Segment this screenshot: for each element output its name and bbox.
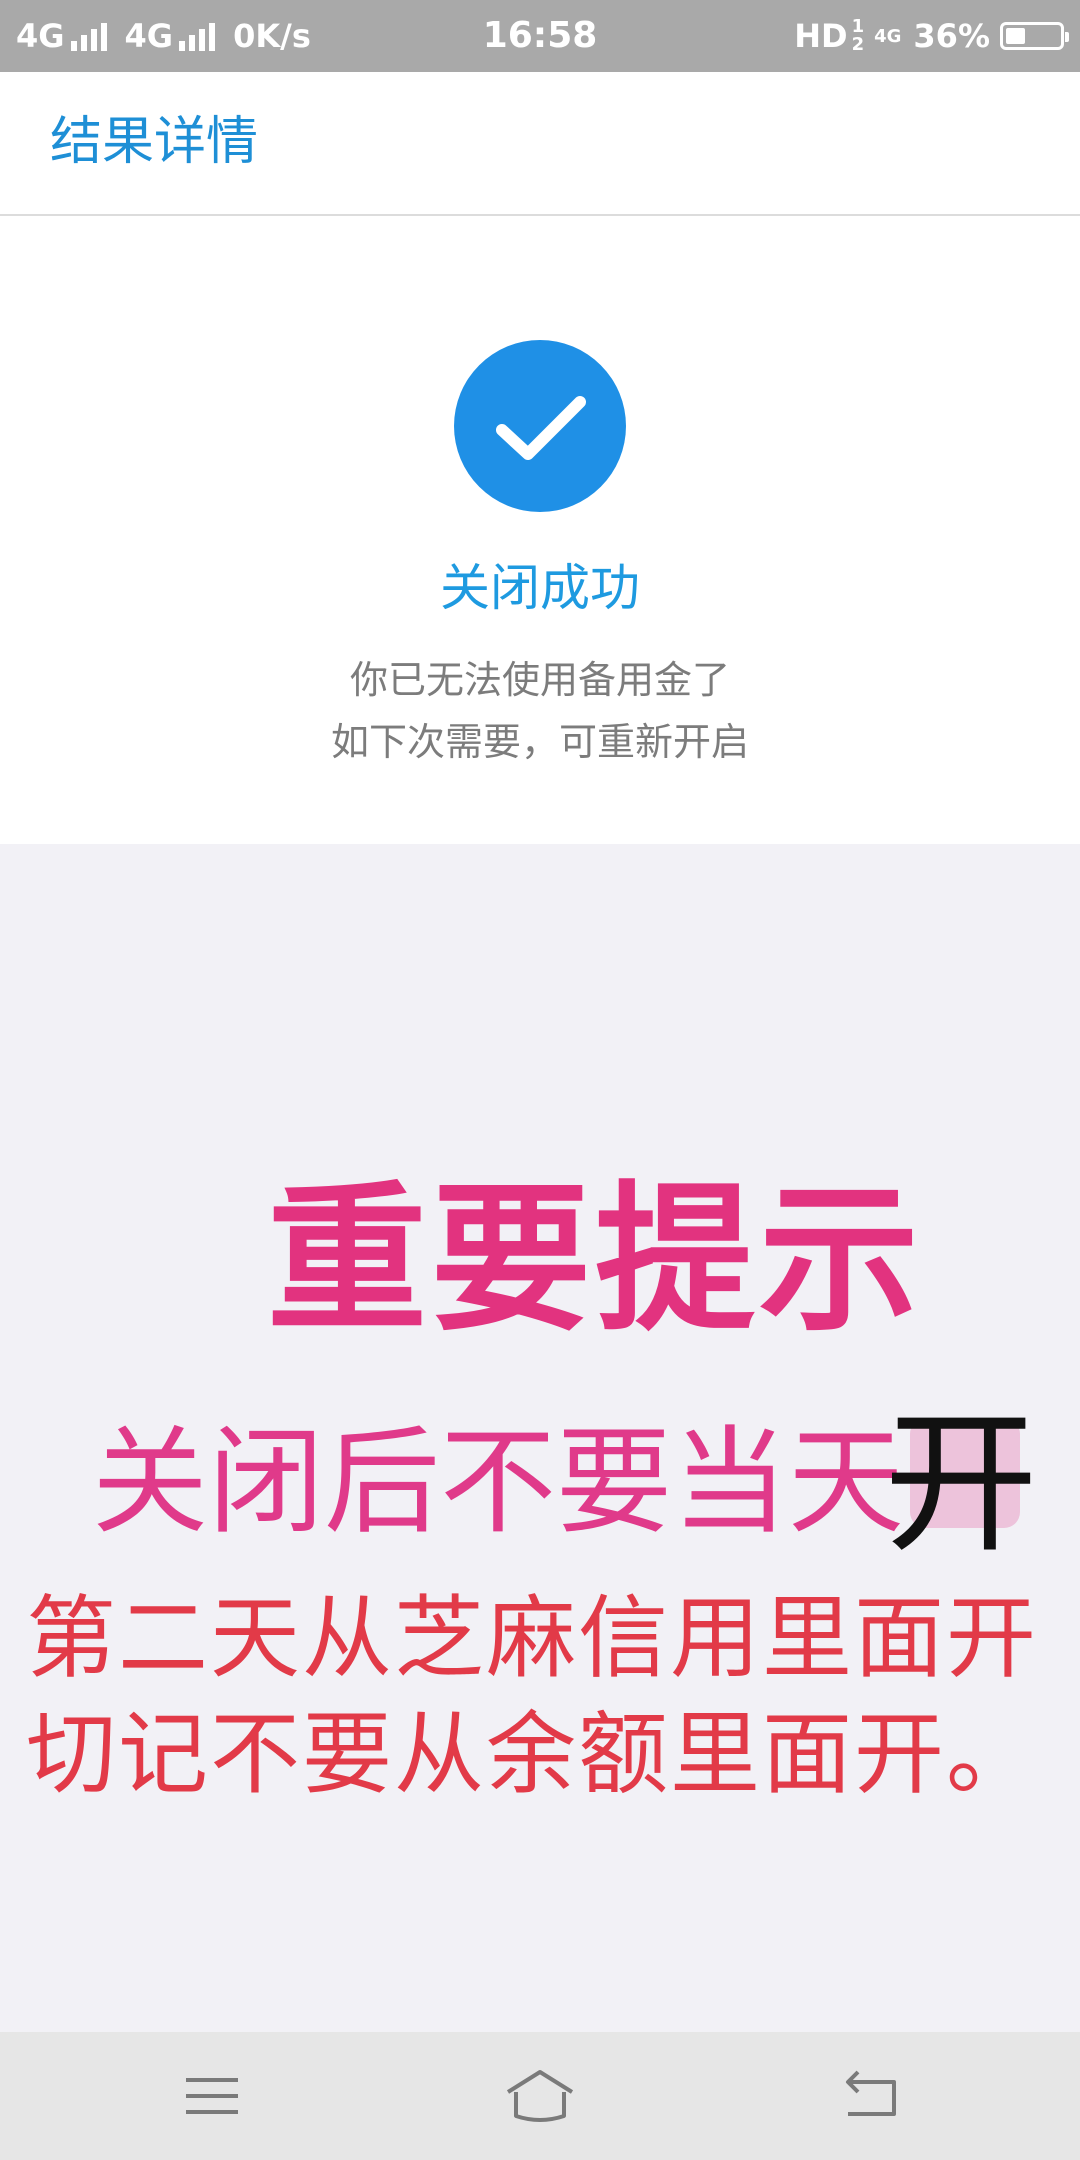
menu-button[interactable] — [172, 2062, 252, 2130]
result-title: 关闭成功 — [440, 559, 640, 617]
home-button[interactable] — [500, 2062, 580, 2130]
menu-icon — [186, 2078, 238, 2114]
checkmark-icon — [496, 396, 586, 460]
status-right: HD 1 2 4G 36% — [794, 14, 1069, 58]
home-icon — [506, 2070, 574, 2122]
notice-line-1: 关闭后不要当天 — [92, 1415, 904, 1550]
back-button[interactable] — [830, 2062, 910, 2130]
battery-level — [1006, 28, 1025, 44]
app-bar: 结果详情 — [0, 72, 1080, 216]
battery-percent: 36% — [913, 17, 990, 55]
hd-sim-indicator: 1 2 — [851, 16, 865, 55]
notice-title: 重要提示 — [266, 1166, 923, 1353]
battery-icon — [1000, 22, 1069, 50]
data-network-indicator: 4G — [874, 25, 902, 47]
navigation-bar — [0, 2032, 1080, 2160]
result-description-line-1: 你已无法使用备用金了 — [349, 658, 730, 702]
notice-line-3: 切记不要从余额里面开。 — [26, 1702, 1038, 1807]
status-bar: 4G 4G 0K/s 16:58 HD 1 2 4G 36% — [0, 0, 1080, 72]
result-description-line-2: 如下次需要，可重新开启 — [330, 720, 749, 764]
result-card: 关闭成功 你已无法使用备用金了 如下次需要，可重新开启 — [0, 216, 1080, 844]
notice-overlay-char: 开 — [884, 1395, 1039, 1574]
hd-voice-indicator: HD — [794, 17, 848, 55]
page-title: 结果详情 — [50, 112, 259, 172]
success-check-icon — [454, 340, 626, 512]
back-icon — [846, 2070, 896, 2116]
notice-line-2: 第二天从芝麻信用里面开 — [26, 1586, 1038, 1691]
